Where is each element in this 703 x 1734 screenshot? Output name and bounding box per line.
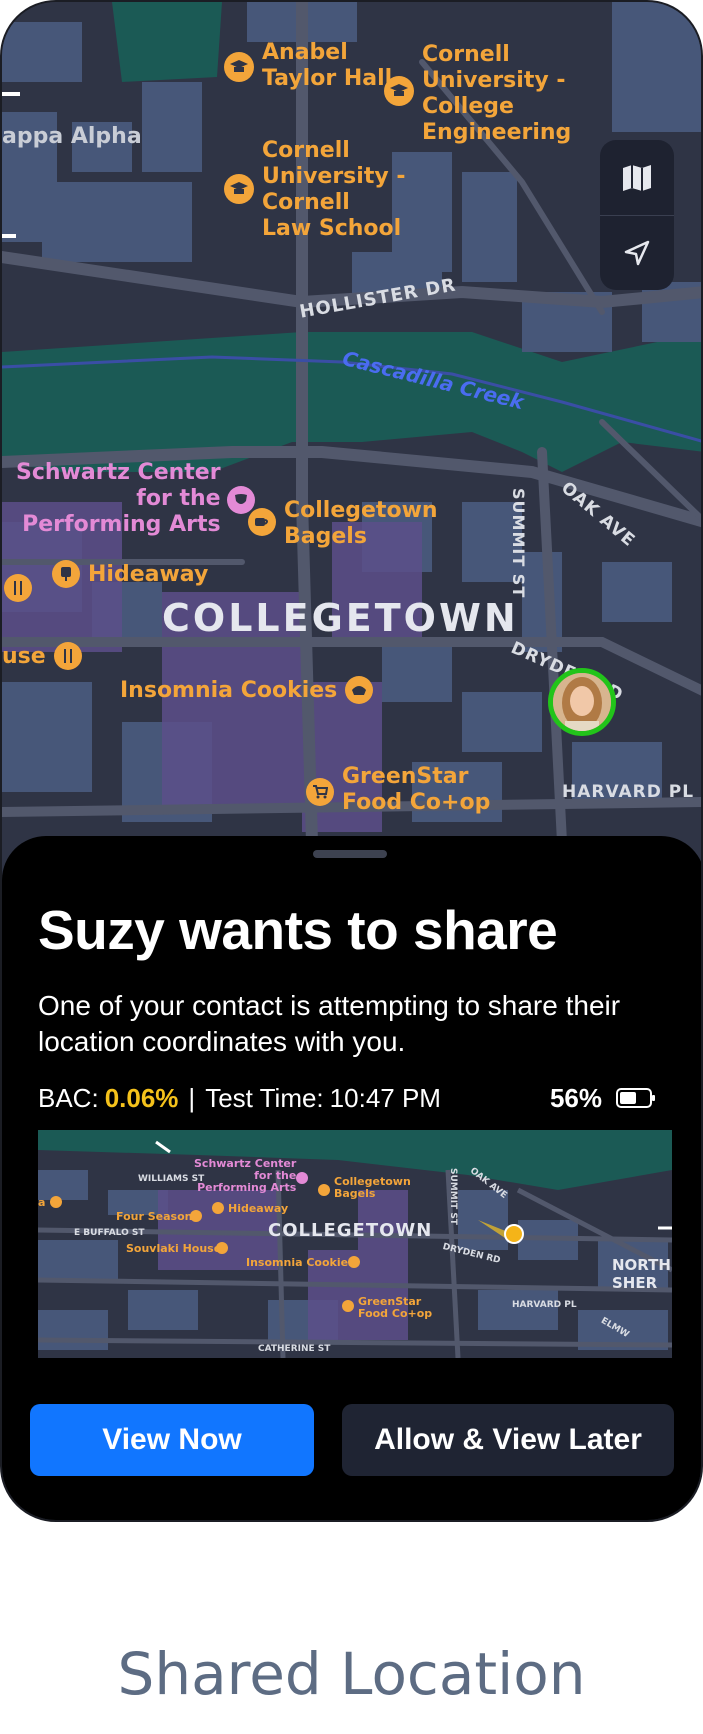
- mini-partial-label: a: [38, 1196, 46, 1209]
- mini-food-icon-2: [216, 1242, 228, 1254]
- mini-cart-icon: [342, 1300, 354, 1312]
- mini-poi-souvlaki: Souvlaki House: [126, 1242, 222, 1255]
- bac-label: BAC:: [38, 1082, 99, 1113]
- district-label: COLLEGETOWN: [162, 596, 519, 640]
- mini-street-harvard: HARVARD PL: [512, 1300, 577, 1310]
- street-harvard: HARVARD PL: [562, 782, 695, 802]
- poi-schwartz-center[interactable]: Schwartz Center for the Performing Arts: [16, 460, 255, 538]
- coffee-icon: [248, 508, 276, 536]
- street-hollister: HOLLISTER DR: [298, 274, 458, 323]
- mini-poi-schwartz: Schwartz Center for the Performing Arts: [194, 1157, 297, 1194]
- mini-poi-hideaway: Hideaway: [228, 1202, 289, 1215]
- mini-coffee-icon: [318, 1184, 330, 1196]
- mini-street-summit: SUMMIT ST: [448, 1168, 458, 1225]
- avatar-image: [553, 673, 611, 731]
- allow-view-later-button[interactable]: Allow & View Later: [342, 1404, 674, 1476]
- poi-partial-house[interactable]: use: [2, 642, 82, 670]
- bac-value: 0.06%: [104, 1082, 179, 1113]
- bar-icon: [52, 560, 80, 588]
- poi-cornell-engineering[interactable]: Cornell University - College Engineering: [384, 42, 571, 146]
- graduation-cap-icon: [384, 76, 414, 106]
- mini-district: COLLEGETOWN: [268, 1220, 433, 1241]
- mini-bakery-icon: [348, 1256, 360, 1268]
- locate-me-button[interactable]: [600, 215, 674, 290]
- poi-insomnia-cookies[interactable]: Insomnia Cookies: [120, 676, 374, 704]
- sheet-handle[interactable]: [313, 850, 387, 858]
- phone-frame: appa Alpha Anabel Taylor Hall Cornell Un…: [0, 0, 703, 1522]
- sheet-title: Suzy wants to share: [38, 899, 558, 961]
- poi-cornell-law-school[interactable]: Cornell University - Cornell Law School: [224, 138, 405, 242]
- mini-street-elmwood: ELMW: [599, 1316, 631, 1341]
- water-cascadilla-creek: Cascadilla Creek: [340, 346, 527, 415]
- mini-street-catherine: CATHERINE ST: [258, 1344, 331, 1354]
- street-oak: OAK AVE: [557, 478, 639, 552]
- mini-north-label: NORTH SHER: [612, 1256, 671, 1292]
- mini-street-oak: OAK AVE: [467, 1166, 509, 1201]
- map-label-partial: appa Alpha: [2, 124, 142, 149]
- mini-street-dryden: DRYDEN RD: [441, 1242, 502, 1267]
- map-icon: [623, 164, 651, 191]
- mini-poi-greenstar: GreenStar Food Co+op: [358, 1295, 433, 1320]
- poi-anabel-taylor-hall[interactable]: Anabel Taylor Hall: [224, 40, 392, 92]
- mini-bar-icon: [50, 1196, 62, 1208]
- location-arrow-icon: [624, 240, 650, 266]
- mini-map-labels: WILLIAMS ST Schwartz Center for the Perf…: [38, 1130, 672, 1358]
- graduation-cap-icon: [224, 174, 254, 204]
- contact-avatar[interactable]: [548, 668, 616, 736]
- map-controls: [600, 140, 674, 290]
- mini-poi-bagels: Collegetown Bagels: [334, 1175, 411, 1200]
- battery-status: 56%: [550, 1083, 656, 1114]
- mini-theater-icon: [296, 1172, 308, 1184]
- stats-separator: |: [188, 1082, 196, 1113]
- poi-hideaway[interactable]: Hideaway: [52, 560, 208, 588]
- mini-bar-icon-2: [212, 1202, 224, 1214]
- screen-caption: Shared Location: [117, 1640, 586, 1708]
- poi-greenstar[interactable]: GreenStar Food Co+op: [306, 764, 490, 816]
- mini-poi-four-seasons: Four Seasons: [116, 1210, 199, 1223]
- street-summit: SUMMIT ST: [509, 488, 528, 599]
- mini-map[interactable]: WILLIAMS ST Schwartz Center for the Perf…: [38, 1130, 672, 1358]
- battery-icon: [616, 1088, 655, 1108]
- poi-collegetown-bagels[interactable]: Collegetown Bagels: [248, 498, 438, 550]
- cart-icon: [306, 778, 334, 806]
- bakery-icon: [345, 676, 374, 704]
- map-mode-button[interactable]: [600, 140, 674, 215]
- mini-food-icon: [190, 1210, 202, 1222]
- test-time-label: Test Time:: [205, 1082, 324, 1113]
- stats-row: BAC: 0.06% | Test Time: 10:47 PM 56%: [38, 1080, 656, 1116]
- share-request-sheet: Suzy wants to share One of your contact …: [2, 836, 701, 1520]
- view-now-button[interactable]: View Now: [30, 1404, 314, 1476]
- sheet-description: One of your contact is attempting to sha…: [38, 990, 621, 1057]
- mini-street-buffalo: E BUFFALO ST: [74, 1228, 145, 1238]
- fork-knife-icon: [53, 642, 82, 670]
- fork-knife-icon[interactable]: [4, 574, 32, 602]
- graduation-cap-icon: [224, 52, 254, 82]
- battery-percent: 56%: [549, 1082, 602, 1113]
- test-time-value: 10:47 PM: [329, 1082, 441, 1113]
- mini-poi-insomnia: Insomnia Cookies: [246, 1256, 355, 1269]
